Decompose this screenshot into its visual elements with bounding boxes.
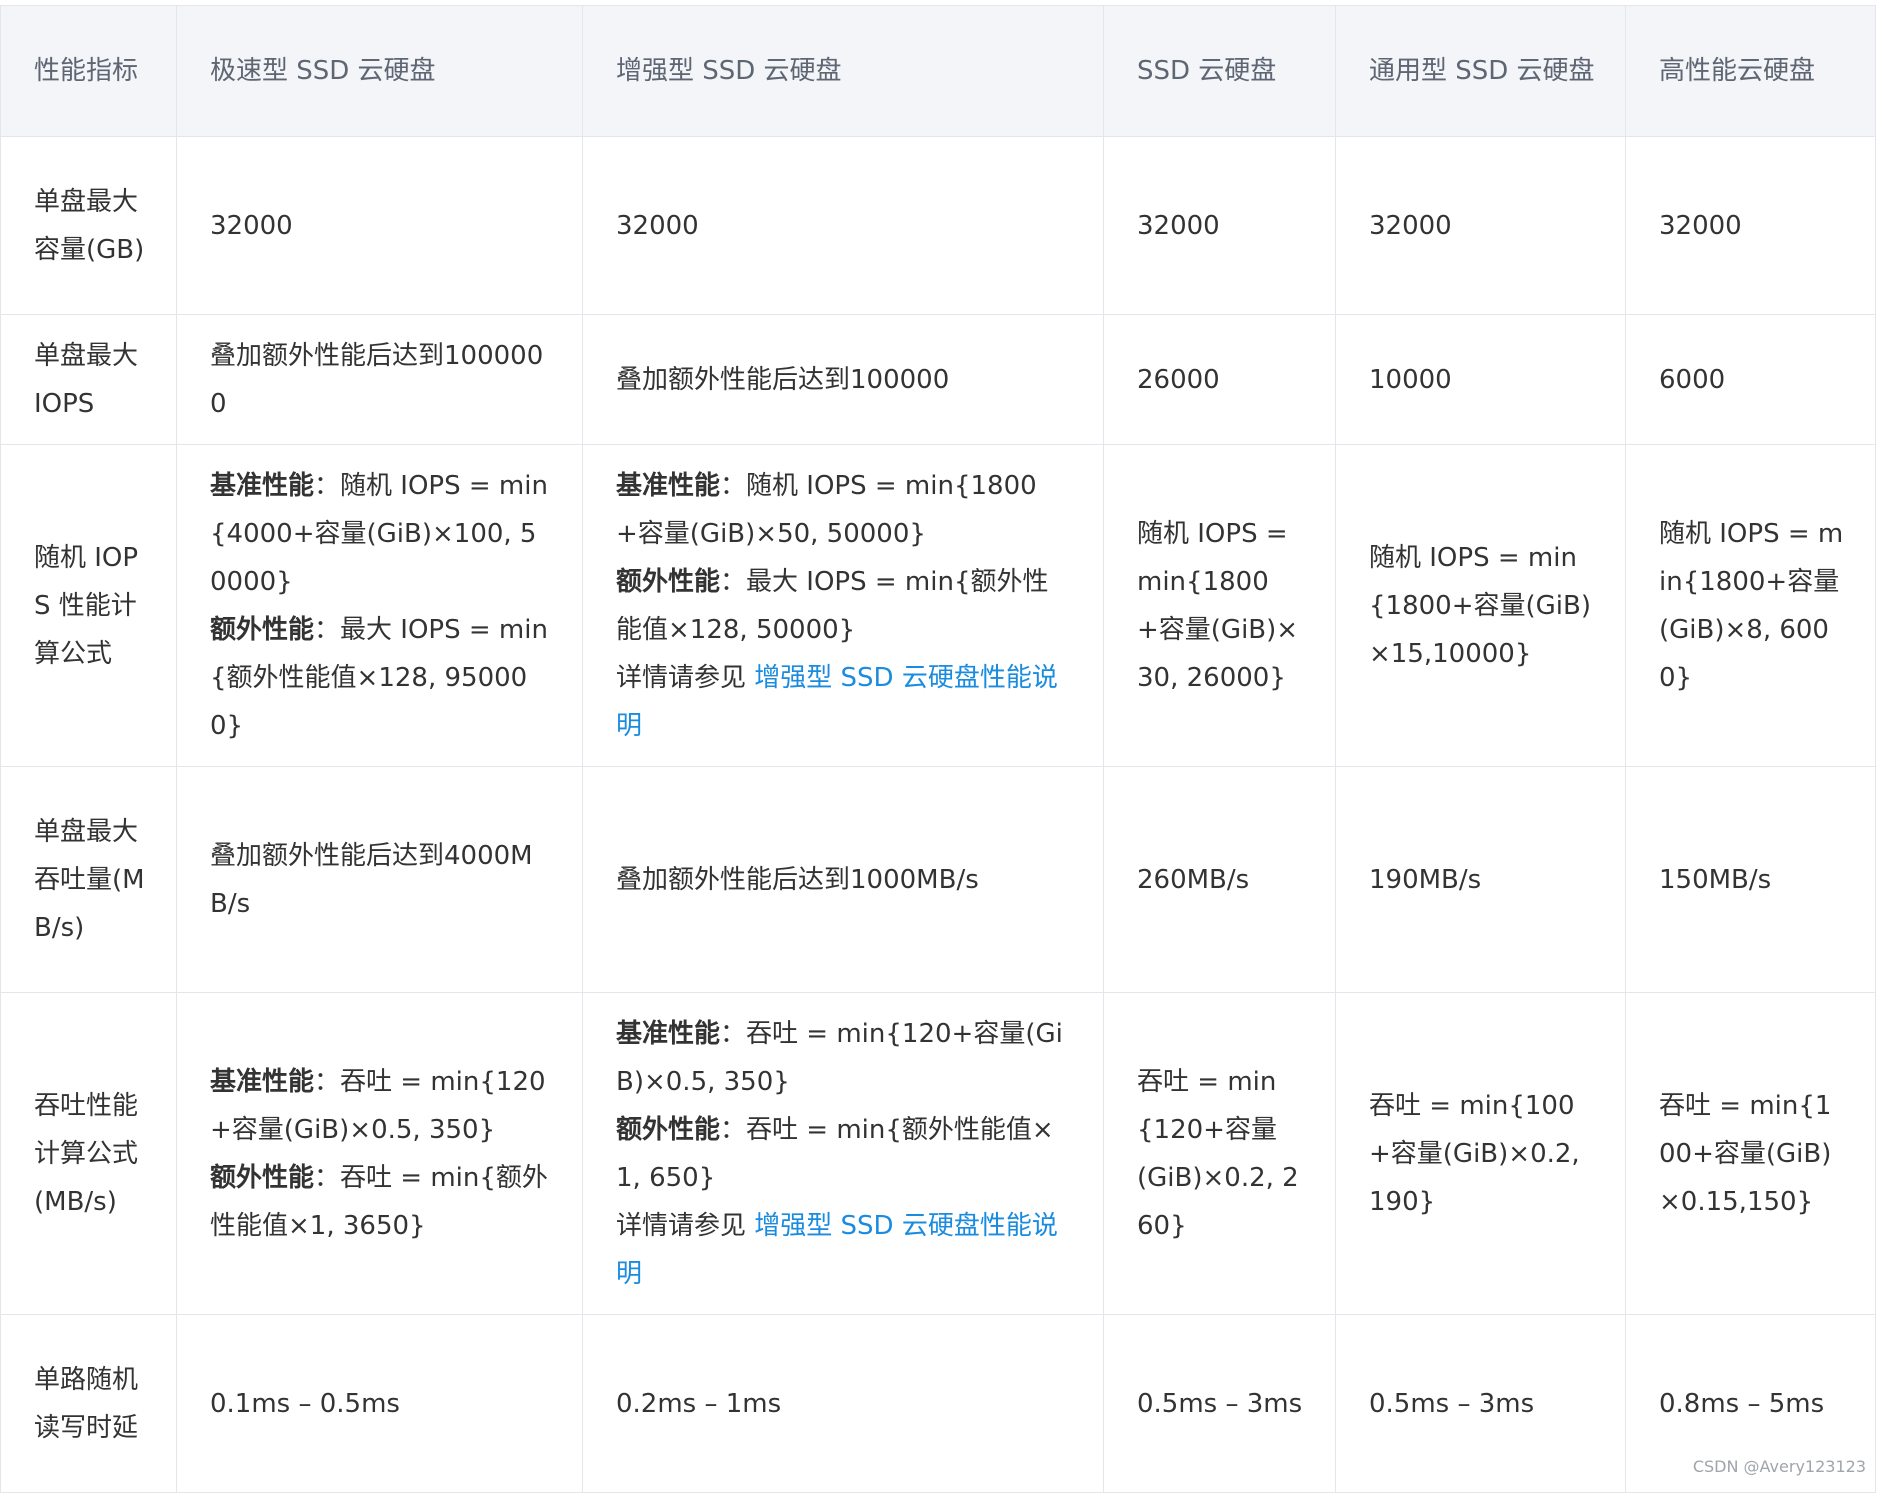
- table-cell: 190MB/s: [1335, 766, 1626, 993]
- formula-line: 额外性能：吞吐 = min{额外性能值×1, 3650}: [210, 1154, 552, 1250]
- table-cell: 吞吐 = min{100+容量(GiB)×0.2, 190}: [1335, 992, 1626, 1315]
- watermark: CSDN @Avery123123: [1692, 1457, 1866, 1476]
- formula-cell: 基准性能：随机 IOPS = min{4000+容量(GiB)×100, 500…: [176, 444, 583, 767]
- table-cell: 32000: [1625, 136, 1876, 315]
- table-cell: 随机 IOPS = min{1800+容量(GiB)×15,10000}: [1335, 444, 1626, 767]
- formula-line: 额外性能：吞吐 = min{额外性能值×1, 650}: [616, 1106, 1073, 1202]
- formula-cell: 基准性能：吞吐 = min{120+容量(GiB)×0.5, 350} 额外性能：…: [176, 992, 583, 1315]
- table-row: 单盘最大容量(GB) 32000 32000 32000 32000 32000: [0, 136, 1876, 315]
- table-cell: 26000: [1103, 314, 1336, 445]
- table-cell: 随机 IOPS = min{1800+容量(GiB)×8, 6000}: [1625, 444, 1876, 767]
- formula-text: 详情请参见: [616, 1210, 755, 1241]
- table-cell: 叠加额外性能后达到100000: [582, 314, 1104, 445]
- formula-cell: 基准性能：吞吐 = min{120+容量(GiB)×0.5, 350} 额外性能：…: [582, 992, 1104, 1315]
- row-label: 单路随机读写时延: [0, 1314, 177, 1493]
- formula-line: 额外性能：最大 IOPS = min{额外性能值×128, 50000}: [616, 558, 1073, 654]
- row-label: 吞吐性能计算公式(MB/s): [0, 992, 177, 1315]
- formula-line: 基准性能：吞吐 = min{120+容量(GiB)×0.5, 350}: [616, 1010, 1073, 1106]
- table-row: 单盘最大吞吐量(MB/s) 叠加额外性能后达到4000MB/s 叠加额外性能后达…: [0, 766, 1876, 993]
- table-cell: 150MB/s: [1625, 766, 1876, 993]
- table-row: 单盘最大 IOPS 叠加额外性能后达到1000000 叠加额外性能后达到1000…: [0, 314, 1876, 445]
- table-cell: 6000: [1625, 314, 1876, 445]
- table-cell: 32000: [176, 136, 583, 315]
- table-cell: 260MB/s: [1103, 766, 1336, 993]
- table-cell: 吞吐 = min{100+容量(GiB)×0.15,150}: [1625, 992, 1876, 1315]
- formula-text: 详情请参见: [616, 662, 755, 693]
- formula-label: 额外性能: [616, 1114, 721, 1145]
- table-cell: 32000: [1335, 136, 1626, 315]
- table-cell: 0.5ms – 3ms: [1335, 1314, 1626, 1493]
- formula-line: 详情请参见 增强型 SSD 云硬盘性能说明: [616, 1202, 1073, 1298]
- header-enhanced-ssd: 增强型 SSD 云硬盘: [582, 5, 1104, 137]
- table-cell: 0.5ms – 3ms: [1103, 1314, 1336, 1493]
- table-cell: 32000: [582, 136, 1104, 315]
- formula-label: 基准性能: [210, 470, 315, 501]
- table-cell: 叠加额外性能后达到1000000: [176, 314, 583, 445]
- formula-label: 基准性能: [210, 1066, 315, 1097]
- formula-line: 基准性能：吞吐 = min{120+容量(GiB)×0.5, 350}: [210, 1058, 552, 1154]
- table-cell: 10000: [1335, 314, 1626, 445]
- table-cell: 随机 IOPS = min{1800+容量(GiB)×30, 26000}: [1103, 444, 1336, 767]
- formula-cell: 基准性能：随机 IOPS = min{1800+容量(GiB)×50, 5000…: [582, 444, 1104, 767]
- formula-line: 基准性能：随机 IOPS = min{1800+容量(GiB)×50, 5000…: [616, 462, 1073, 558]
- header-premium: 高性能云硬盘: [1625, 5, 1876, 137]
- formula-line: 详情请参见 增强型 SSD 云硬盘性能说明: [616, 654, 1073, 750]
- performance-spec-table: 性能指标 极速型 SSD 云硬盘 增强型 SSD 云硬盘 SSD 云硬盘 通用型…: [0, 5, 1876, 1493]
- row-label: 随机 IOPS 性能计算公式: [0, 444, 177, 767]
- table-cell: 32000: [1103, 136, 1336, 315]
- row-label: 单盘最大 IOPS: [0, 314, 177, 445]
- row-label: 单盘最大吞吐量(MB/s): [0, 766, 177, 993]
- table-row: 吞吐性能计算公式(MB/s) 基准性能：吞吐 = min{120+容量(GiB)…: [0, 992, 1876, 1315]
- table-row: 随机 IOPS 性能计算公式 基准性能：随机 IOPS = min{4000+容…: [0, 444, 1876, 767]
- row-label: 单盘最大容量(GB): [0, 136, 177, 315]
- formula-label: 基准性能: [616, 470, 721, 501]
- formula-line: 基准性能：随机 IOPS = min{4000+容量(GiB)×100, 500…: [210, 462, 552, 606]
- table-cell: 叠加额外性能后达到1000MB/s: [582, 766, 1104, 993]
- formula-label: 基准性能: [616, 1018, 721, 1049]
- formula-label: 额外性能: [210, 614, 315, 645]
- table-row: 单路随机读写时延 0.1ms – 0.5ms 0.2ms – 1ms 0.5ms…: [0, 1314, 1876, 1493]
- table-header-row: 性能指标 极速型 SSD 云硬盘 增强型 SSD 云硬盘 SSD 云硬盘 通用型…: [0, 5, 1876, 137]
- header-general-ssd: 通用型 SSD 云硬盘: [1335, 5, 1626, 137]
- header-ssd: SSD 云硬盘: [1103, 5, 1336, 137]
- table-cell: 0.1ms – 0.5ms: [176, 1314, 583, 1493]
- formula-line: 额外性能：最大 IOPS = min{额外性能值×128, 950000}: [210, 606, 552, 750]
- table-cell: 叠加额外性能后达到4000MB/s: [176, 766, 583, 993]
- table-cell: 吞吐 = min{120+容量(GiB)×0.2, 260}: [1103, 992, 1336, 1315]
- formula-label: 额外性能: [210, 1162, 315, 1193]
- header-extreme-ssd: 极速型 SSD 云硬盘: [176, 5, 583, 137]
- formula-label: 额外性能: [616, 566, 721, 597]
- table-cell: 0.2ms – 1ms: [582, 1314, 1104, 1493]
- header-metric: 性能指标: [0, 5, 177, 137]
